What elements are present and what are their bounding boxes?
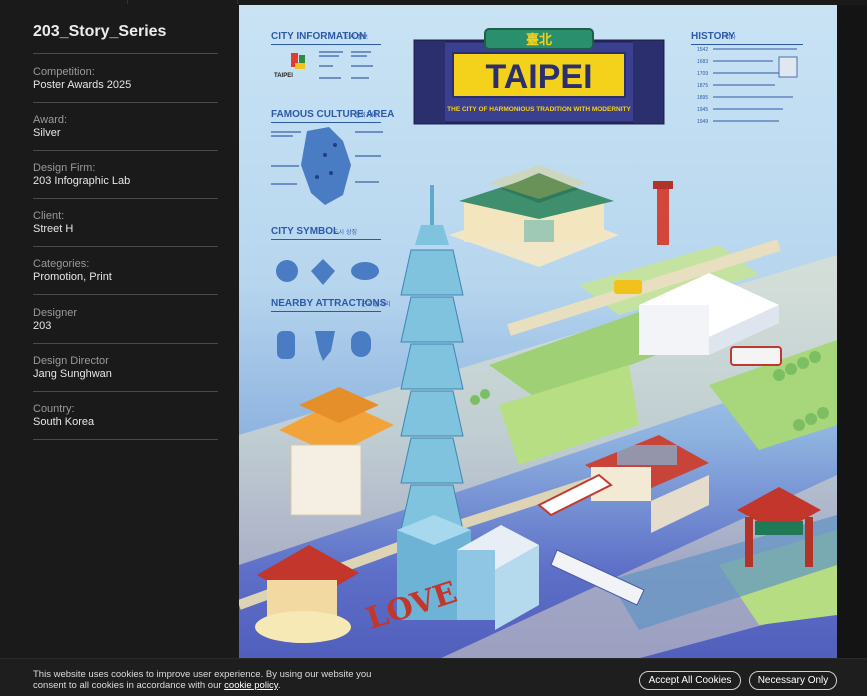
project-title: 203_Story_Series — [33, 23, 167, 40]
leaf-icon — [311, 259, 335, 285]
cookie-text: This website uses cookies to improve use… — [33, 669, 372, 691]
history-heading-ko: 역사 — [725, 33, 737, 41]
history-year: 1895 — [697, 95, 708, 101]
city-symbol-section: CITY SYMBOL 도시 상징 — [271, 226, 381, 285]
design-director-label: Design Director — [33, 355, 109, 367]
temple-illustration — [255, 545, 359, 643]
divider — [33, 150, 218, 151]
cookie-banner: This website uses cookies to improve use… — [0, 658, 867, 696]
cookie-policy-link[interactable]: cookie policy — [224, 680, 278, 691]
logo-text: TAIPEI — [274, 73, 293, 79]
portrait-icon — [778, 56, 798, 78]
project-details-panel: 203_Story_Series Competition: Poster Awa… — [0, 5, 239, 696]
shrine-column-illustration — [653, 181, 673, 245]
palace-museum-illustration — [449, 165, 619, 267]
divider — [33, 246, 218, 247]
history-year: 1542 — [697, 47, 708, 53]
hot-spring-icon — [351, 331, 371, 357]
categories-label: Categories: — [33, 258, 90, 270]
top-bar-tab[interactable] — [128, 0, 238, 4]
nearby-attractions-heading-ko: 근교 볼거리 — [361, 300, 391, 308]
cookie-text-suffix: . — [277, 680, 281, 691]
top-bar-tab[interactable] — [0, 0, 128, 4]
divider — [33, 391, 218, 392]
design-director-value: Jang Sunghwan — [33, 368, 112, 380]
country-value: South Korea — [33, 416, 95, 428]
poster-image[interactable]: 臺北 TAIPEI THE CITY OF HARMONIOUS TRADITI… — [239, 5, 837, 696]
culture-area-heading-ko: 문화지역 — [355, 111, 377, 119]
history-year: 1945 — [697, 107, 708, 113]
categories-value: Promotion, Print — [33, 271, 112, 283]
divider — [33, 294, 218, 295]
divider — [33, 53, 218, 54]
necessary-only-button[interactable]: Necessary Only — [749, 671, 837, 690]
city-symbol-heading: CITY SYMBOL — [271, 226, 339, 237]
title-plaque: 臺北 TAIPEI THE CITY OF HARMONIOUS TRADITI… — [413, 28, 665, 125]
designer-value: 203 — [33, 320, 52, 332]
city-symbol-heading-ko: 도시 상징 — [333, 228, 357, 236]
history-year: 1709 — [697, 71, 708, 77]
divider — [33, 198, 218, 199]
city-information-heading-ko: 도시 정보 — [344, 34, 368, 41]
country-label: Country: — [33, 403, 75, 415]
divider — [33, 439, 218, 440]
page-margin — [837, 5, 867, 696]
nearby-attractions-section: NEARBY ATTRACTIONS 근교 볼거리 — [271, 298, 391, 361]
poster-subtitle: THE CITY OF HARMONIOUS TRADITION WITH MO… — [447, 106, 631, 113]
rock-icon — [315, 331, 335, 361]
history-year: 1875 — [697, 83, 708, 89]
hanja-title: 臺北 — [526, 32, 552, 48]
city-information-section: CITY INFORMATION 도시 정보 TAIPEI — [271, 31, 381, 79]
client-value: Street H — [33, 223, 74, 235]
cookie-message: This website uses cookies to improve use… — [33, 669, 393, 691]
famous-culture-area-section: FAMOUS CULTURE AREA 문화지역 — [271, 109, 394, 205]
lantern-icon — [277, 331, 295, 359]
divider — [33, 343, 218, 344]
taipei-logo: TAIPEI — [274, 53, 305, 79]
history-section: HISTORY 역사 1542 1683 1709 1875 1895 1945… — [691, 31, 803, 125]
divider — [33, 102, 218, 103]
competition-label: Competition: — [33, 66, 95, 78]
award-value: Silver — [33, 127, 61, 139]
designer-label: Designer — [33, 307, 78, 319]
accept-all-cookies-button[interactable]: Accept All Cookies — [639, 671, 741, 690]
client-label: Client: — [33, 210, 65, 222]
design-firm-value: 203 Infographic Lab — [33, 175, 131, 187]
history-year: 1949 — [697, 119, 708, 125]
history-year: 1683 — [697, 59, 708, 65]
main-title: TAIPEI — [485, 58, 592, 96]
bird-icon — [351, 262, 379, 280]
competition-value: Poster Awards 2025 — [33, 79, 132, 91]
design-firm-label: Design Firm: — [33, 162, 96, 174]
flower-icon — [276, 260, 298, 282]
award-label: Award: — [33, 114, 68, 126]
